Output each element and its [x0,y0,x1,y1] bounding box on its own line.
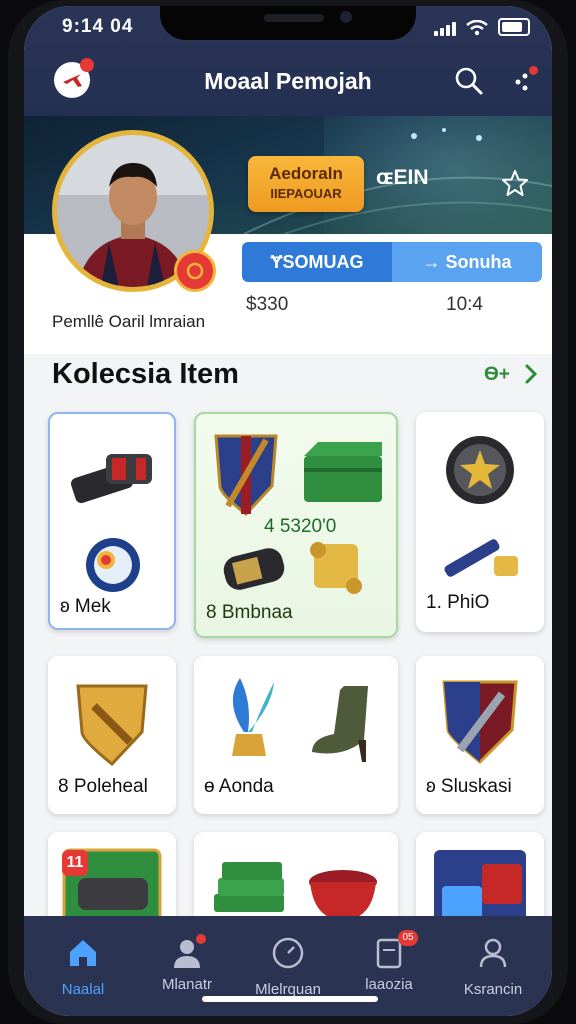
tablet-icon: 05 [372,930,418,970]
shield-sword-icon [214,434,278,517]
search-icon[interactable] [454,66,484,96]
stat-value-balance: $330 [246,294,289,315]
signal-icon [434,22,456,36]
level-badge-subtitle: IIEPAOUAR [270,186,342,201]
nav-item-profile[interactable]: Ksrancin [448,936,538,998]
home-indicator[interactable] [202,996,378,1002]
tab-bonus[interactable]: → Sonuha [392,242,542,282]
nav-label: laaozia [365,976,413,993]
notification-count: 05 [398,930,418,946]
item-card-5[interactable]: ɵ Aonda [194,656,398,814]
item-label: ʚ Mek [60,596,111,617]
crest-shield-icon [442,680,518,765]
item-card-2[interactable]: 4 5320'0 8 Bmbnaa [194,412,398,638]
player-name: Pemllê Oaril lmraian [52,312,206,331]
more-menu-button[interactable] [512,66,538,96]
level-badge-title: Aedoraln [269,164,343,183]
rank-badge-icon [174,250,216,292]
item-card-3[interactable]: 1. PhiO [416,412,544,632]
nav-label: Naalal [61,981,105,998]
item-label: ɵ Aonda [204,776,274,797]
status-icons [434,18,530,36]
level-badge[interactable]: Aedoraln IIEPAOUAR [248,156,364,212]
wifi-icon [466,20,488,36]
item-label: 8 Poleheal [58,776,148,797]
notch [160,6,416,40]
item-count-badge: 11 [62,850,88,876]
profile-tabs: ɎSOMUAG → Sonuha [242,242,542,282]
chest-icon [304,442,382,502]
ring-icon [86,538,140,592]
bracer-icon [223,548,285,590]
item-label: ʚ Sluskasi [426,776,512,797]
gauge-icon [272,937,304,969]
see-all-link[interactable]: Ѳ+ [484,364,510,386]
screen: 9:14 04 Moaal Pemojah Aedoraln IIEPAOUAR… [24,6,552,1016]
home-icon [70,940,96,966]
nav-label: Mlanatr [161,976,213,993]
battery-icon [498,18,530,36]
status-time: 9:14 04 [62,16,134,37]
item-price: 4 5320'0 [264,516,337,537]
nav-item-tablet[interactable]: 05 laaozia [344,930,434,993]
user-icon [170,934,206,970]
feather-bell-icon [232,678,274,756]
nav-item-home[interactable]: Naalal [38,936,128,998]
phone-frame: 9:14 04 Moaal Pemojah Aedoraln IIEPAOUAR… [8,0,568,1024]
tab-stats[interactable]: ɎSOMUAG [242,242,392,282]
item-card-6[interactable]: ʚ Sluskasi [416,656,544,814]
notification-dot [196,934,206,944]
star-icon[interactable] [500,168,530,198]
item-card-1[interactable]: ʚ Mek [48,412,176,630]
gold-shield-icon [76,684,148,767]
cauldron-icon [309,870,377,920]
item-label: 8 Bmbnaa [206,602,293,623]
spyglass-icon [444,539,518,577]
boot-icon [312,686,368,762]
chevron-right-icon[interactable] [524,362,538,386]
profile-icon [479,938,507,968]
nav-label: Ksrancin [463,981,523,998]
section-title: Kolecsia Item [52,358,239,390]
item-card-4[interactable]: 8 Poleheal [48,656,176,814]
star-medal-icon [446,436,514,504]
nav-item-users[interactable]: Mlanatr [142,934,232,993]
coin-label: ɶEIN [376,166,429,189]
cash-stack-icon [214,862,284,912]
notification-dot [529,66,538,75]
scroll-icon [310,542,362,594]
nav-item-gauge[interactable]: Mlelrquan [243,936,333,998]
gauntlet-icon [71,454,152,504]
item-label: 1. PhiO [426,592,490,613]
stat-value-time: 10:4 [446,294,483,315]
